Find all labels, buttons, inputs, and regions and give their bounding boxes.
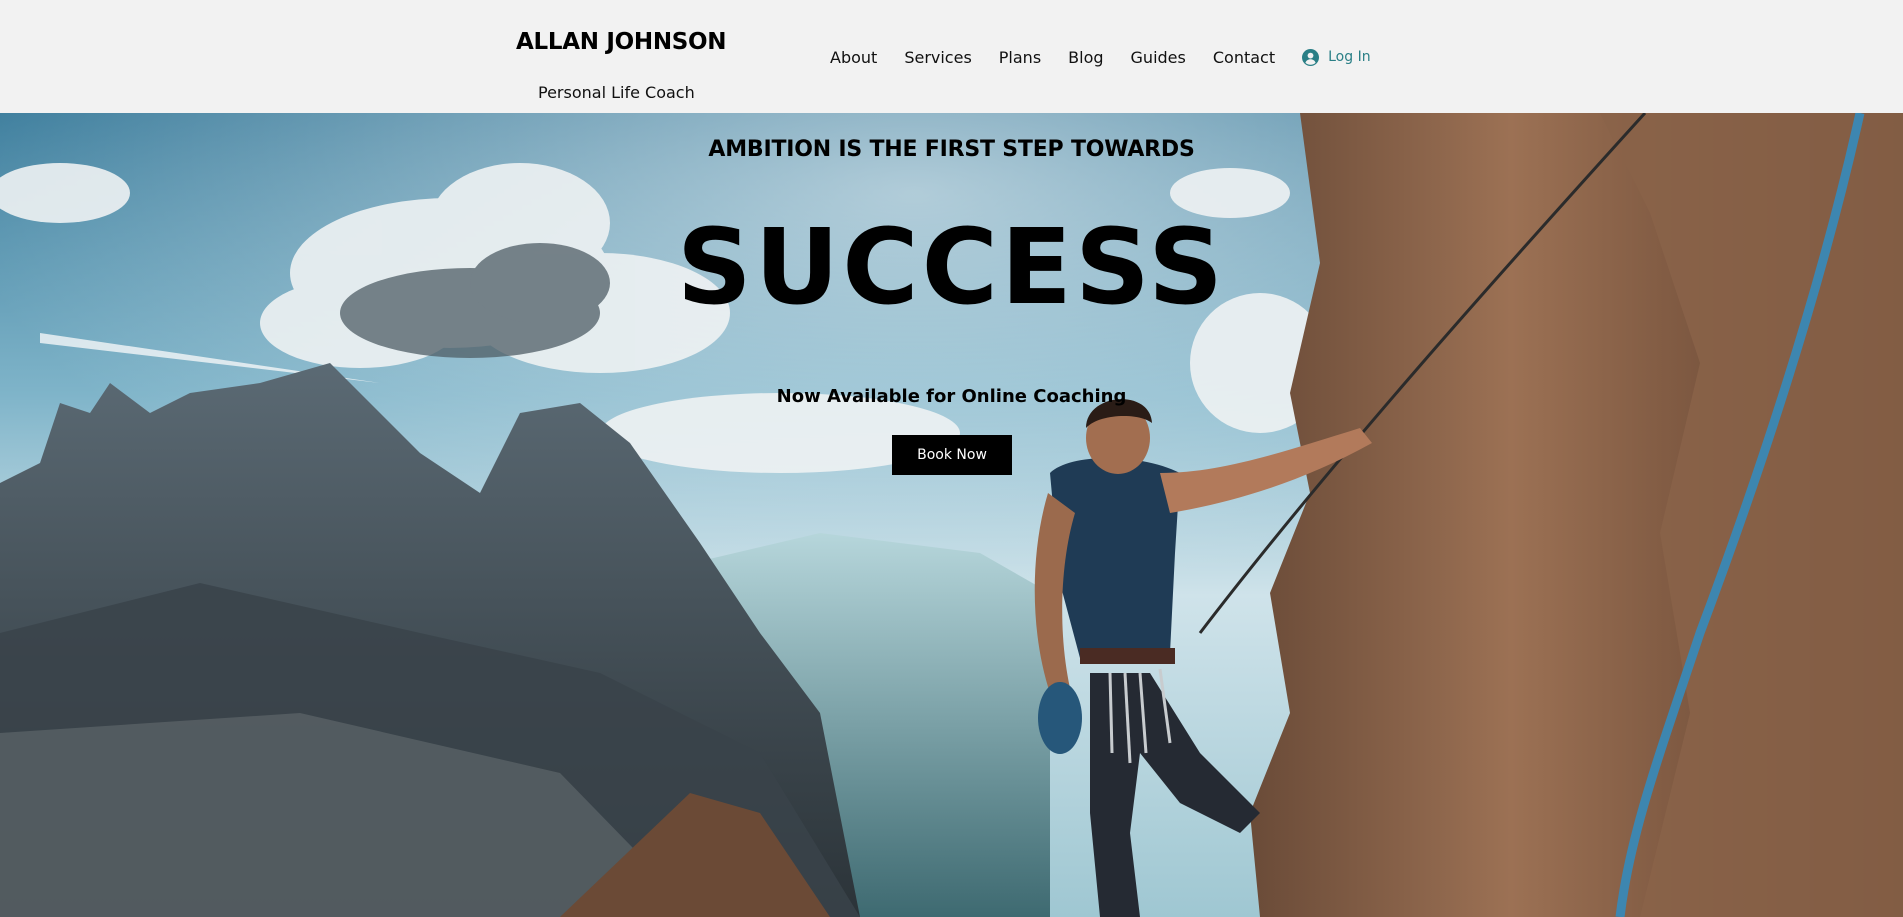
hero-section: AMBITION IS THE FIRST STEP TOWARDS SUCCE…: [0, 113, 1903, 917]
hero-title: SUCCESS: [676, 206, 1227, 328]
hero-kicker: AMBITION IS THE FIRST STEP TOWARDS: [708, 137, 1195, 162]
brand-tagline: Personal Life Coach: [538, 83, 695, 102]
nav-blog[interactable]: Blog: [1068, 48, 1103, 67]
main-nav: About Services Plans Blog Guides Contact…: [830, 45, 1371, 69]
login-button[interactable]: Log In: [1302, 48, 1371, 66]
login-label[interactable]: Log In: [1328, 49, 1370, 65]
brand[interactable]: ALLAN JOHNSON: [516, 29, 727, 55]
nav-plans[interactable]: Plans: [999, 48, 1041, 67]
hero-subtitle: Now Available for Online Coaching: [776, 386, 1127, 407]
nav-about[interactable]: About: [830, 48, 877, 67]
nav-contact[interactable]: Contact: [1213, 48, 1275, 67]
site-header: ALLAN JOHNSON Personal Life Coach About …: [0, 0, 1903, 113]
user-circle-icon: [1302, 48, 1320, 66]
book-now-button[interactable]: Book Now: [892, 435, 1012, 475]
brand-name[interactable]: ALLAN JOHNSON: [516, 29, 727, 55]
nav-services[interactable]: Services: [904, 48, 971, 67]
nav-guides[interactable]: Guides: [1131, 48, 1186, 67]
